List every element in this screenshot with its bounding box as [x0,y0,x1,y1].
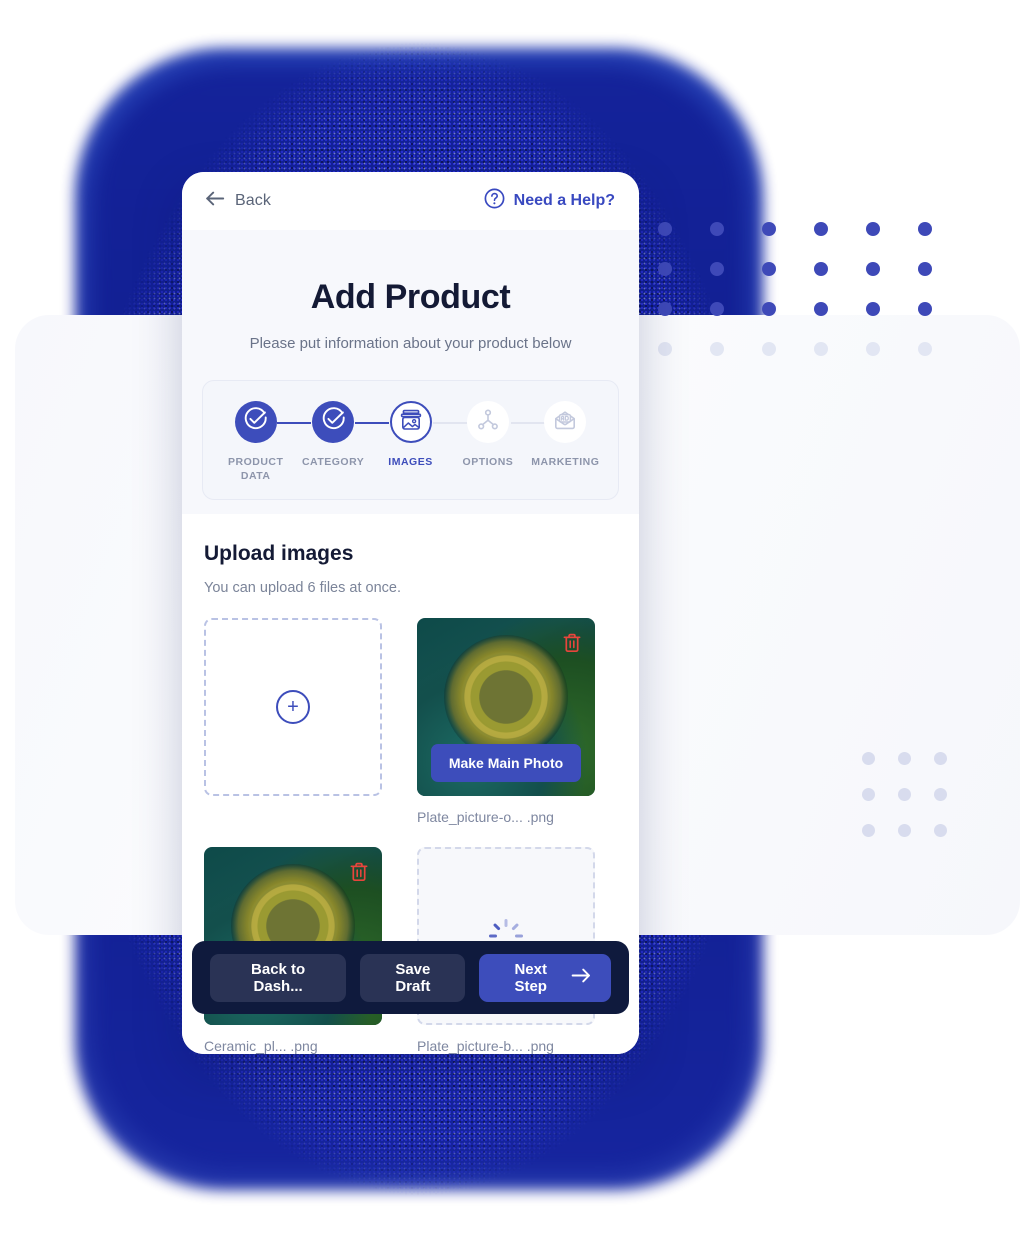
step-label: CATEGORY [301,456,365,468]
page-subtitle: Please put information about your produc… [249,335,572,352]
step-label: PRODUCT DATA [227,456,284,483]
add-product-card: Back Need a Help? Add Product Please put… [182,172,639,1054]
trash-icon[interactable] [348,861,370,883]
step-label: IMAGES [388,456,433,468]
check-circle-icon [243,407,268,437]
decorative-dot-grid-top-light [658,342,970,382]
step-bubble [312,401,355,443]
step-bubble [389,401,432,443]
next-step-label: Next Step [514,960,547,995]
image-tile: + [204,618,382,825]
uploaded-image-tile[interactable]: Make Main Photo [417,618,595,797]
screenshot-root: Back Need a Help? Add Product Please put… [0,0,1034,1236]
need-help-label: Need a Help? [513,192,615,209]
decorative-dot-grid-bottom [862,752,970,860]
save-draft-button[interactable]: Save Draft [360,953,466,1002]
step-bubble [234,401,277,443]
step-marketing[interactable]: MARKETING [527,401,604,469]
next-step-button[interactable]: Next Step [479,953,611,1002]
step-connector [511,422,545,424]
ad-envelope-icon [553,408,577,437]
question-circle-icon [484,188,505,214]
step-options[interactable]: OPTIONS [449,401,526,469]
add-image-dropzone[interactable]: + [204,618,382,797]
upload-heading: Upload images [204,542,354,566]
back-to-dashboard-button[interactable]: Back to Dash... [210,953,347,1002]
step-connector [433,422,467,424]
image-filename: Plate_picture-o... .png [417,809,554,826]
bottom-action-bar: Back to Dash... Save Draft Next Step [192,941,629,1014]
make-main-photo-button[interactable]: Make Main Photo [431,744,581,783]
node-network-icon [476,408,500,437]
card-body: Add Product Please put information about… [182,230,639,1054]
step-connector [355,422,389,424]
back-button[interactable]: Back [206,191,271,211]
need-help-link[interactable]: Need a Help? [484,188,615,214]
step-images[interactable]: IMAGES [372,401,449,469]
step-product-data[interactable]: PRODUCT DATA [217,401,294,483]
step-label: MARKETING [531,456,600,468]
back-button-label: Back [235,192,271,209]
step-bubble [544,401,587,443]
image-filename: Ceramic_pl... .png [204,1038,318,1054]
trash-icon[interactable] [561,632,583,654]
image-filename: Plate_picture-b... .png [417,1038,554,1054]
page-title: Add Product [310,278,511,316]
upload-subtext: You can upload 6 files at once. [204,580,401,597]
card-topbar: Back Need a Help? [182,172,639,230]
arrow-left-icon [206,191,225,211]
progress-stepper: PRODUCT DATA CATEGORY IMAGES OPTIONS MAR… [202,380,619,501]
step-connector [277,422,311,424]
step-bubble [466,401,509,443]
step-category[interactable]: CATEGORY [294,401,371,469]
step-label: OPTIONS [462,456,514,468]
decorative-dot-grid-top-dark [658,222,970,342]
image-box-icon [399,408,423,437]
arrow-right-icon [571,968,591,987]
image-tile: Make Main Photo Plate_picture-o... .png [417,618,595,825]
plus-icon: + [276,690,310,725]
check-circle-icon [321,407,346,437]
